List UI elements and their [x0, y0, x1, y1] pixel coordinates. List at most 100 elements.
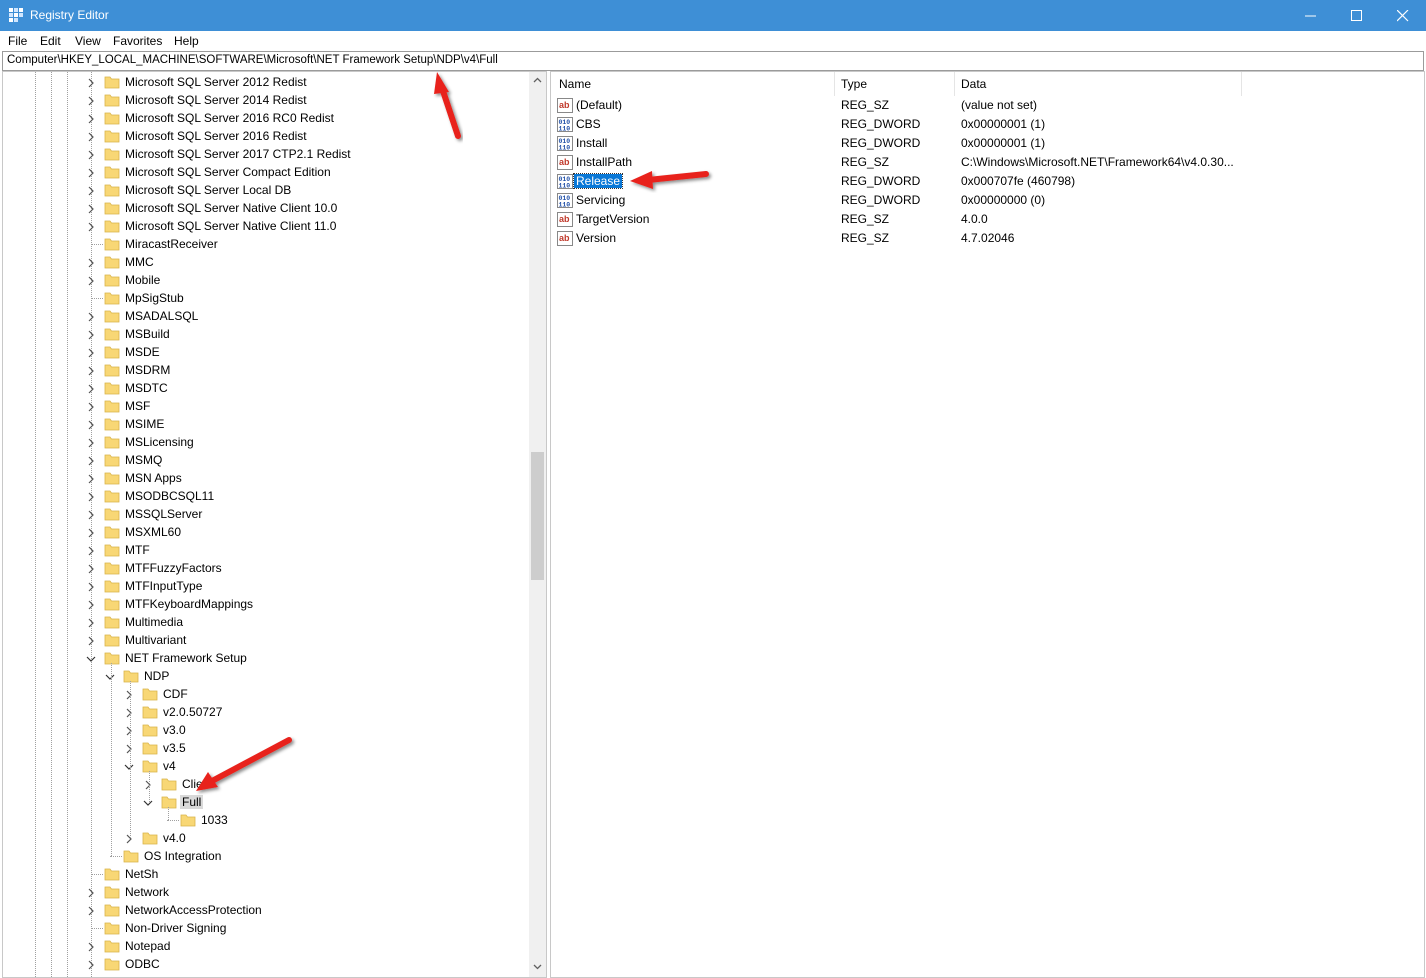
tree-node[interactable]: Multimedia [3, 613, 528, 631]
tree-scrollbar-thumb[interactable] [531, 452, 544, 580]
value-row[interactable]: ab InstallPath REG_SZ C:\Windows\Microsoft.… [551, 153, 1421, 172]
tree-node[interactable]: Microsoft SQL Server 2017 CTP2.1 Redist [3, 145, 528, 163]
tree-node[interactable]: Clie [3, 775, 528, 793]
menu-edit[interactable]: Edit [40, 34, 61, 48]
tree-node-label[interactable]: Full [180, 795, 204, 809]
tree-node-label[interactable]: MTF [123, 543, 152, 557]
tree-node-label[interactable]: Microsoft SQL Server 2016 RC0 Redist [123, 111, 336, 125]
tree-node-label[interactable]: Mobile [123, 273, 162, 287]
tree-node-label[interactable]: ODBC [123, 957, 162, 971]
tree-node[interactable]: MSN Apps [3, 469, 528, 487]
tree-node-label[interactable]: Microsoft SQL Server Native Client 11.0 [123, 219, 338, 233]
column-divider[interactable] [834, 72, 835, 96]
column-header-name[interactable]: Name [559, 77, 591, 91]
column-divider[interactable] [954, 72, 955, 96]
tree-node-label[interactable]: NET Framework Setup [123, 651, 249, 665]
tree-node[interactable]: OS Integration [3, 847, 528, 865]
tree-node[interactable]: 1033 [3, 811, 528, 829]
tree-node-label[interactable]: v2.0.50727 [161, 705, 224, 719]
chevron-right-icon[interactable] [124, 707, 134, 718]
tree-node[interactable]: Mobile [3, 271, 528, 289]
chevron-right-icon[interactable] [86, 257, 96, 268]
tree-node[interactable]: MTFFuzzyFactors [3, 559, 528, 577]
tree-node-label[interactable]: MTFInputType [123, 579, 204, 593]
tree-node-label[interactable]: Clie [180, 777, 205, 791]
tree-node[interactable]: MSSQLServer [3, 505, 528, 523]
tree-node-label[interactable]: MSXML60 [123, 525, 183, 539]
tree-node[interactable]: MSMQ [3, 451, 528, 469]
minimize-button[interactable] [1288, 0, 1334, 31]
tree-node[interactable]: NetworkAccessProtection [3, 901, 528, 919]
menu-view[interactable]: View [75, 34, 101, 48]
chevron-right-icon[interactable] [86, 131, 96, 142]
tree-node[interactable]: Microsoft SQL Server Native Client 10.0 [3, 199, 528, 217]
tree-node-label[interactable]: MSDRM [123, 363, 172, 377]
chevron-down-icon[interactable] [143, 797, 153, 807]
tree-node-label[interactable]: v3.5 [161, 741, 188, 755]
menu-file[interactable]: File [8, 34, 27, 48]
tree-node-label[interactable]: OS Integration [142, 849, 223, 863]
tree-node[interactable]: v2.0.50727 [3, 703, 528, 721]
chevron-right-icon[interactable] [86, 113, 96, 124]
tree-node-label[interactable]: MpSigStub [123, 291, 186, 305]
tree-node-label[interactable]: MSMQ [123, 453, 164, 467]
chevron-right-icon[interactable] [86, 185, 96, 196]
tree-node[interactable]: Multivariant [3, 631, 528, 649]
tree-node-label[interactable]: Notepad [123, 939, 172, 953]
tree-node[interactable]: Microsoft SQL Server 2016 Redist [3, 127, 528, 145]
chevron-right-icon[interactable] [86, 581, 96, 592]
key-tree-pane[interactable]: Microsoft SQL Server 2012 Redist Microsof… [2, 71, 547, 978]
tree-node-label[interactable]: Microsoft SQL Server 2017 CTP2.1 Redist [123, 147, 353, 161]
chevron-right-icon[interactable] [124, 833, 134, 844]
chevron-right-icon[interactable] [124, 689, 134, 700]
chevron-right-icon[interactable] [86, 419, 96, 430]
tree-node[interactable]: ODBC [3, 955, 528, 973]
value-name[interactable]: InstallPath [574, 155, 634, 169]
chevron-right-icon[interactable] [86, 635, 96, 646]
menu-help[interactable]: Help [174, 34, 199, 48]
tree-node[interactable]: Microsoft SQL Server Local DB [3, 181, 528, 199]
chevron-right-icon[interactable] [86, 275, 96, 286]
chevron-right-icon[interactable] [143, 779, 153, 790]
tree-node-label[interactable]: MSSQLServer [123, 507, 204, 521]
value-name[interactable]: Install [574, 136, 609, 150]
chevron-right-icon[interactable] [86, 221, 96, 232]
value-row[interactable]: ab TargetVersion REG_SZ 4.0.0 [551, 210, 1421, 229]
chevron-right-icon[interactable] [86, 437, 96, 448]
chevron-right-icon[interactable] [86, 617, 96, 628]
chevron-right-icon[interactable] [86, 77, 96, 88]
tree-node-label[interactable]: CDF [161, 687, 190, 701]
chevron-right-icon[interactable] [86, 509, 96, 520]
chevron-right-icon[interactable] [124, 743, 134, 754]
tree-node-label[interactable]: MSF [123, 399, 152, 413]
tree-node-label[interactable]: NetSh [123, 867, 160, 881]
tree-node[interactable]: Full [3, 793, 528, 811]
tree-node[interactable]: Microsoft SQL Server Native Client 11.0 [3, 217, 528, 235]
value-name[interactable]: Servicing [574, 193, 627, 207]
tree-node-label[interactable]: 1033 [199, 813, 230, 827]
chevron-down-icon[interactable] [105, 671, 115, 681]
value-row[interactable]: ab (Default) REG_SZ (value not set) [551, 96, 1421, 115]
chevron-right-icon[interactable] [86, 329, 96, 340]
chevron-right-icon[interactable] [86, 365, 96, 376]
tree-node-label[interactable]: MSLicensing [123, 435, 196, 449]
tree-node[interactable]: MSDTC [3, 379, 528, 397]
tree-node[interactable]: MMC [3, 253, 528, 271]
value-name[interactable]: (Default) [574, 98, 624, 112]
tree-node[interactable]: MTF [3, 541, 528, 559]
chevron-down-icon[interactable] [124, 761, 134, 771]
tree-node[interactable]: v4 [3, 757, 528, 775]
tree-node[interactable]: MTFInputType [3, 577, 528, 595]
tree-node[interactable]: v4.0 [3, 829, 528, 847]
chevron-right-icon[interactable] [86, 455, 96, 466]
column-header-type[interactable]: Type [841, 77, 867, 91]
value-row[interactable]: 010 110 CBS REG_DWORD 0x00000001 (1) [551, 115, 1421, 134]
chevron-right-icon[interactable] [86, 347, 96, 358]
close-button[interactable] [1380, 0, 1426, 31]
chevron-right-icon[interactable] [86, 473, 96, 484]
tree-scrollbar[interactable] [529, 72, 546, 977]
tree-node[interactable]: MSDRM [3, 361, 528, 379]
address-bar[interactable]: Computer\HKEY_LOCAL_MACHINE\SOFTWARE\Mic… [2, 51, 1424, 71]
tree-node-label[interactable]: MSIME [123, 417, 166, 431]
value-name[interactable]: Release [572, 173, 624, 189]
